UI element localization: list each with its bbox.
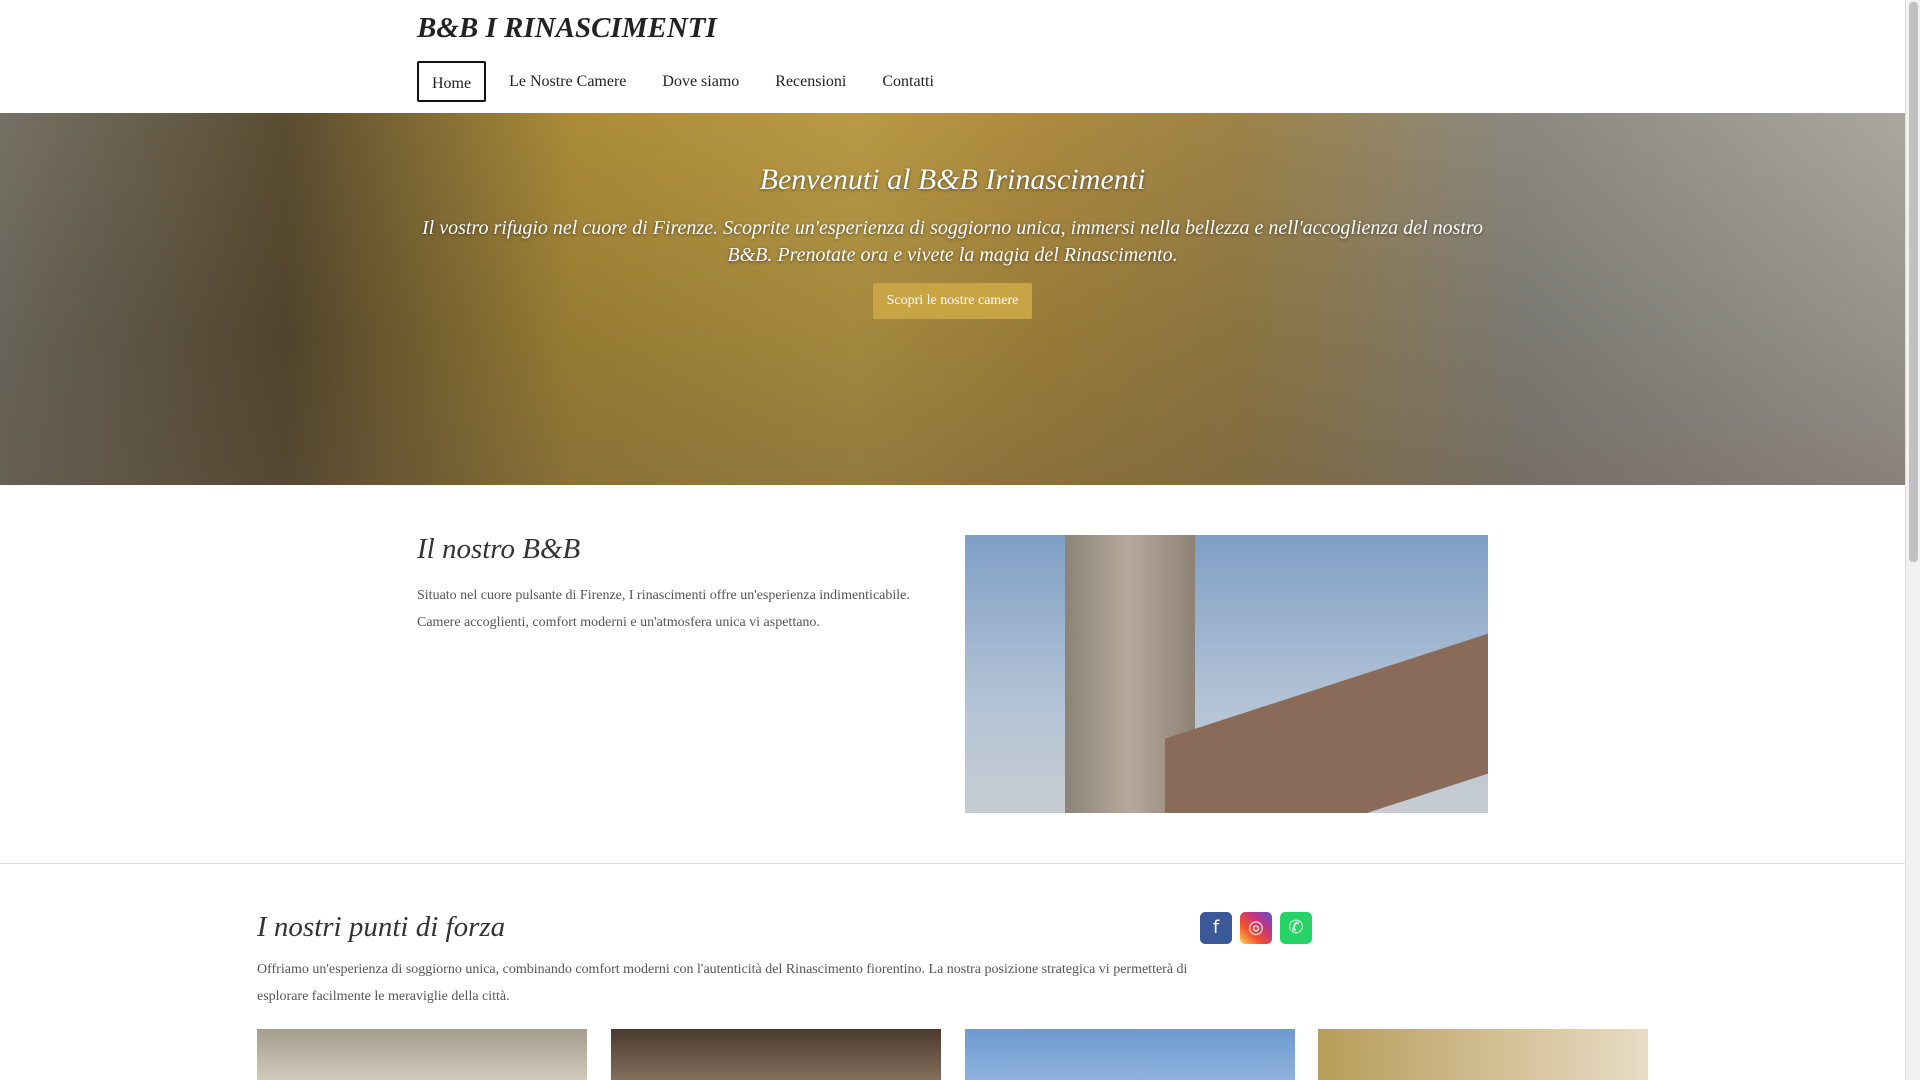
- scrollbar[interactable]: [1905, 0, 1920, 1080]
- giotto-tower-image: [965, 535, 1488, 813]
- social-links: f ◎ ✆: [1200, 912, 1312, 944]
- feature-card-image: [611, 1029, 941, 1080]
- nav-camere[interactable]: Le Nostre Camere: [496, 61, 639, 102]
- feature-card-image: [1318, 1029, 1648, 1080]
- page: B&B I RINASCIMENTI Home Le Nostre Camere…: [0, 0, 1905, 1080]
- facebook-icon[interactable]: f: [1200, 912, 1232, 944]
- nav-recensioni[interactable]: Recensioni: [762, 61, 859, 102]
- strengths-title: I nostri punti di forza: [257, 911, 506, 943]
- divider: [0, 863, 1905, 864]
- discover-rooms-button[interactable]: Scopri le nostre camere: [872, 283, 1033, 319]
- hero-banner: Benvenuti al B&B Irinascimenti Il vostro…: [0, 113, 1905, 485]
- nav-dove-siamo[interactable]: Dove siamo: [649, 61, 752, 102]
- feature-card-image: [965, 1029, 1295, 1080]
- whatsapp-icon[interactable]: ✆: [1280, 912, 1312, 944]
- feature-card-image: [257, 1029, 587, 1080]
- main-nav: Home Le Nostre Camere Dove siamo Recensi…: [417, 61, 957, 102]
- nav-home[interactable]: Home: [417, 61, 487, 102]
- nav-contatti[interactable]: Contatti: [869, 61, 947, 102]
- site-brand[interactable]: B&B I RINASCIMENTI: [417, 12, 717, 45]
- about-text: Situato nel cuore pulsante di Firenze, I…: [417, 588, 910, 630]
- hero-title: Benvenuti al B&B Irinascimenti: [759, 163, 1146, 196]
- instagram-icon[interactable]: ◎: [1240, 912, 1272, 944]
- hero-subtitle: Il vostro rifugio nel cuore di Firenze. …: [422, 217, 1483, 266]
- strengths-text: Offriamo un'esperienza di soggiorno unic…: [257, 962, 1188, 1004]
- about-title: Il nostro B&B: [417, 533, 581, 565]
